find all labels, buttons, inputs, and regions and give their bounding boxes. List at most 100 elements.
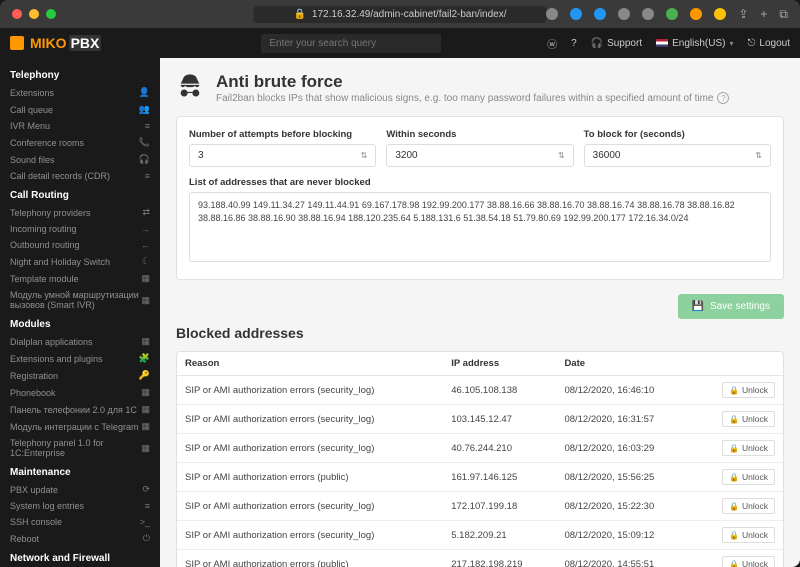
- sidebar-item[interactable]: Sound files🎧: [0, 151, 160, 168]
- cell-ip: 40.76.244.210: [443, 434, 556, 463]
- sidebar-item[interactable]: IVR Menu≡: [0, 118, 160, 134]
- ext-icon[interactable]: [618, 8, 630, 20]
- unlock-label: Unlock: [742, 501, 768, 511]
- sidebar-item[interactable]: Extensions and plugins🧩: [0, 350, 160, 367]
- brand-logo[interactable]: MIKOPBX: [10, 35, 101, 51]
- unlock-button[interactable]: 🔒Unlock: [722, 556, 775, 567]
- maximize-window-button[interactable]: [46, 9, 56, 19]
- unlock-button[interactable]: 🔒Unlock: [722, 498, 775, 514]
- support-link[interactable]: 🎧Support: [591, 38, 642, 49]
- tabs-icon[interactable]: ⧉: [779, 7, 788, 22]
- cell-ip: 5.182.209.21: [443, 521, 556, 550]
- sidebar-item[interactable]: Template module▦: [0, 270, 160, 287]
- cell-date: 08/12/2020, 16:31:57: [556, 405, 693, 434]
- unlock-button[interactable]: 🔒Unlock: [722, 440, 775, 456]
- ext-icon[interactable]: [594, 8, 606, 20]
- unlock-button[interactable]: 🔒Unlock: [722, 411, 775, 427]
- sidebar-item[interactable]: Telephony panel 1.0 for 1C:Enterprise▦: [0, 435, 160, 461]
- sidebar-item-icon: ▦: [141, 336, 150, 347]
- sidebar-item[interactable]: Панель телефонии 2.0 для 1С▦: [0, 401, 160, 418]
- sidebar-item-label: Sound files: [10, 155, 55, 165]
- sidebar-item-label: PBX update: [10, 485, 58, 495]
- sidebar-item-label: Модуль умной маршрутизации вызовов (Smar…: [10, 290, 141, 310]
- sidebar-item-label: System log entries: [10, 501, 84, 511]
- table-row: SIP or AMI authorization errors (securit…: [177, 492, 783, 521]
- sidebar-item[interactable]: SSH console>_: [0, 514, 160, 530]
- sidebar-item-label: Template module: [10, 274, 79, 284]
- sidebar-item[interactable]: Call queue👥: [0, 101, 160, 118]
- cell-date: 08/12/2020, 15:56:25: [556, 463, 693, 492]
- app-window: 🔒 172.16.32.49/admin-cabinet/fail2-ban/i…: [0, 0, 800, 567]
- help-tooltip-icon[interactable]: ?: [717, 92, 729, 104]
- sidebar-item[interactable]: Outbound routing←: [0, 237, 160, 253]
- sidebar-item[interactable]: Reboot⏻: [0, 530, 160, 547]
- cell-date: 08/12/2020, 16:46:10: [556, 376, 693, 405]
- neverblock-textarea[interactable]: [189, 192, 771, 262]
- unlock-label: Unlock: [742, 443, 768, 453]
- cell-date: 08/12/2020, 15:09:12: [556, 521, 693, 550]
- address-bar[interactable]: 🔒 172.16.32.49/admin-cabinet/fail2-ban/i…: [253, 6, 546, 23]
- sidebar-item[interactable]: Extensions👤: [0, 84, 160, 101]
- sidebar-item[interactable]: Night and Holiday Switch☾: [0, 253, 160, 270]
- within-label: Within seconds: [386, 129, 573, 140]
- sidebar-item-label: Reboot: [10, 534, 39, 544]
- close-window-button[interactable]: [12, 9, 22, 19]
- app-body: TelephonyExtensions👤Call queue👥IVR Menu≡…: [0, 58, 800, 567]
- sidebar-item-icon: 🔑: [139, 370, 150, 381]
- within-value: 3200: [395, 150, 417, 161]
- wiki-icon[interactable]: ⓦ: [547, 36, 557, 51]
- logo-icon: [10, 36, 24, 50]
- sidebar-item[interactable]: Модуль умной маршрутизации вызовов (Smar…: [0, 287, 160, 313]
- sidebar-item[interactable]: Conference rooms📞: [0, 134, 160, 151]
- minimize-window-button[interactable]: [29, 9, 39, 19]
- within-select[interactable]: 3200⇅: [386, 144, 573, 167]
- cell-date: 08/12/2020, 14:55:51: [556, 550, 693, 567]
- sidebar-item-label: Registration: [10, 371, 58, 381]
- sidebar-item[interactable]: PBX update⟳: [0, 481, 160, 498]
- logout-button[interactable]: ⎋Logout: [747, 38, 790, 49]
- sidebar-item[interactable]: Telephony providers⇄: [0, 204, 160, 221]
- sidebar-item[interactable]: Registration 🔑: [0, 367, 160, 384]
- help-icon[interactable]: ?: [571, 38, 577, 49]
- support-label: Support: [607, 38, 642, 49]
- cell-ip: 46.105.108.138: [443, 376, 556, 405]
- app-topbar: MIKOPBX ⓦ ? 🎧Support English(US)▾ ⎋Logou…: [0, 28, 800, 58]
- sidebar-item[interactable]: Модуль интеграции с Telegram▦: [0, 418, 160, 435]
- cell-reason: SIP or AMI authorization errors (public): [177, 550, 443, 567]
- sidebar-item[interactable]: Incoming routing→: [0, 221, 160, 237]
- language-selector[interactable]: English(US)▾: [656, 38, 733, 49]
- sidebar-item-label: Call detail records (CDR): [10, 171, 110, 181]
- sidebar-item-label: Night and Holiday Switch: [10, 257, 110, 267]
- ext-icon[interactable]: [714, 8, 726, 20]
- ext-icon[interactable]: [642, 8, 654, 20]
- lang-label: English(US): [672, 38, 725, 49]
- sidebar-item[interactable]: Phonebook▦: [0, 384, 160, 401]
- sidebar-item-label: Conference rooms: [10, 138, 84, 148]
- sidebar-item-label: Outbound routing: [10, 240, 80, 250]
- unlock-button[interactable]: 🔒Unlock: [722, 527, 775, 543]
- save-settings-button[interactable]: 💾 Save settings: [678, 294, 785, 319]
- unlock-button[interactable]: 🔒Unlock: [722, 469, 775, 485]
- cell-reason: SIP or AMI authorization errors (securit…: [177, 521, 443, 550]
- attempts-select[interactable]: 3⇅: [189, 144, 376, 167]
- unlock-button[interactable]: 🔒Unlock: [722, 382, 775, 398]
- sidebar-item[interactable]: Dialplan applications▦: [0, 333, 160, 350]
- titlebar-extensions: ⇪ + ⧉: [546, 7, 788, 22]
- search-input[interactable]: [261, 34, 441, 53]
- page-header: Anti brute force Fail2ban blocks IPs tha…: [176, 72, 784, 104]
- ext-icon[interactable]: [666, 8, 678, 20]
- blockfor-select[interactable]: 36000⇅: [584, 144, 771, 167]
- sidebar-section-title: Maintenance: [0, 461, 160, 481]
- ext-icon[interactable]: [690, 8, 702, 20]
- table-row: SIP or AMI authorization errors (securit…: [177, 521, 783, 550]
- main-content: Anti brute force Fail2ban blocks IPs tha…: [160, 58, 800, 567]
- sidebar-item[interactable]: System log entries≡: [0, 498, 160, 514]
- sidebar-item[interactable]: Call detail records (CDR)≡: [0, 168, 160, 184]
- unlock-label: Unlock: [742, 559, 768, 567]
- new-tab-icon[interactable]: +: [760, 7, 767, 21]
- ext-icon[interactable]: [570, 8, 582, 20]
- share-icon[interactable]: ⇪: [738, 7, 748, 21]
- cell-reason: SIP or AMI authorization errors (securit…: [177, 434, 443, 463]
- ext-icon[interactable]: [546, 8, 558, 20]
- table-row: SIP or AMI authorization errors (securit…: [177, 405, 783, 434]
